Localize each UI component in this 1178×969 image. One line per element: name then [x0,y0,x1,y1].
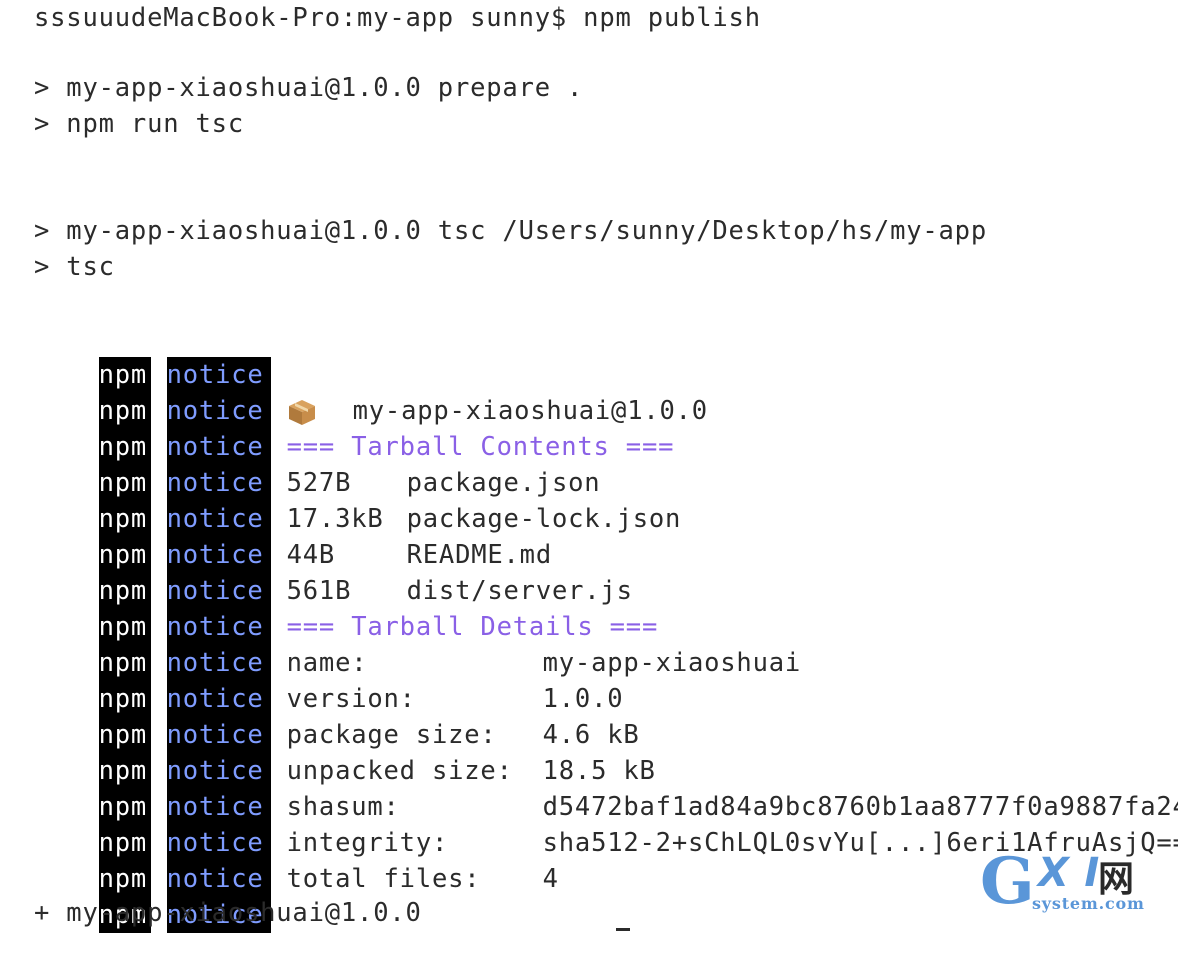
site-watermark: G X I 网 system.com [980,848,1170,918]
npm-notice-row: npmnotice=== Tarball Contents === [34,393,674,429]
npm-notice-row: npmnoticename:my-app-xiaoshuai [34,609,801,645]
prepare-line: > my-app-xiaoshuai@1.0.0 prepare . [34,70,583,106]
tsc-line: > tsc [34,249,115,285]
npm-notice-row: npmnoticetotal files:4 [34,825,559,861]
npm-notice-row: npmnoticepackage size:4.6 kB [34,681,640,717]
detail-key: total files: [287,861,543,897]
watermark-g: G [980,844,1035,919]
npm-notice-row: npmnotice44BREADME.md [34,501,552,537]
published-line: + my-app-xiaoshuai@1.0.0 [34,895,422,931]
npm-notice-row: npmnoticeintegrity:sha512-2+sChLQL0svYu[… [34,789,1178,825]
detail-value: 4 [543,864,559,894]
npm-notice-row: npmnotice [34,861,271,897]
watermark-site: system.com [1032,894,1145,913]
npm-notice-row: npmnotice17.3kBpackage-lock.json [34,465,681,501]
npm-notice-row: npmnoticeshasum:d5472baf1ad84a9bc8760b1a… [34,753,1178,789]
prompt-line: sssuuudeMacBook-Pro:my-app sunny$ npm pu… [34,0,761,36]
tsc-line: > my-app-xiaoshuai@1.0.0 tsc /Users/sunn… [34,213,987,249]
npm-notice-row: npmnoticemy-app-xiaoshuai@1.0.0 [34,357,708,393]
npm-notice-row: npmnotice561Bdist/server.js [34,537,633,573]
text-cursor [616,928,630,931]
npm-notice-row: npmnotice=== Tarball Details === [34,573,658,609]
watermark-xi: X I [1038,850,1100,896]
npm-notice-row: npmnotice [34,321,271,357]
npm-notice-row: npmnoticeunpacked size:18.5 kB [34,717,656,753]
npm-notice-row: npmnoticeversion:1.0.0 [34,645,623,681]
prepare-line: > npm run tsc [34,106,244,142]
npm-notice-row: npmnotice527Bpackage.json [34,429,600,465]
terminal-window[interactable]: sssuuudeMacBook-Pro:my-app sunny$ npm pu… [0,0,1178,933]
